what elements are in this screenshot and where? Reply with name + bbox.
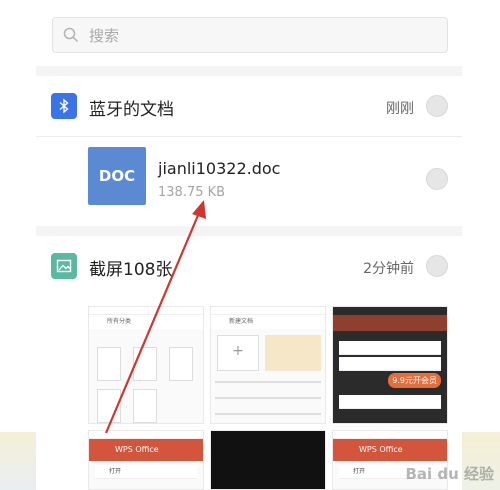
group-title: 蓝牙的文档 bbox=[89, 100, 174, 120]
file-item[interactable]: DOC jianli10322.doc 138.75 KB bbox=[36, 137, 462, 226]
file-name: jianli10322.doc bbox=[158, 159, 281, 178]
bluetooth-docs-group: 蓝牙的文档 刚刚 DOC jianli10322.doc 138.75 KB bbox=[36, 76, 462, 226]
group-header[interactable]: 截屏108张 2分钟前 bbox=[36, 236, 462, 296]
group-header[interactable]: 蓝牙的文档 刚刚 bbox=[36, 76, 462, 136]
doc-file-icon: DOC bbox=[88, 147, 146, 205]
group-time: 刚刚 bbox=[386, 101, 414, 117]
file-size: 138.75 KB bbox=[158, 185, 226, 200]
watermark: Bai du 经验 bbox=[405, 465, 494, 483]
thumb-header: 新建文档 bbox=[211, 315, 325, 329]
left-stripe bbox=[0, 432, 36, 490]
file-select-radio[interactable] bbox=[426, 168, 448, 190]
group-select-radio[interactable] bbox=[426, 95, 448, 117]
left-margin bbox=[0, 0, 36, 490]
search-icon bbox=[63, 27, 79, 43]
screenshot-thumbnail[interactable]: 新建文档 + bbox=[210, 306, 326, 424]
group-time: 2分钟前 bbox=[363, 261, 414, 277]
vip-badge: 9.9元开会员 bbox=[388, 373, 441, 388]
right-margin bbox=[462, 0, 500, 490]
thumb-header: WPS Office bbox=[333, 439, 447, 461]
group-title: 截屏108张 bbox=[89, 260, 173, 280]
screenshot-thumbnail[interactable]: 所有分类 bbox=[88, 306, 204, 424]
screenshot-thumbnail[interactable] bbox=[210, 430, 326, 490]
screenshots-group: 截屏108张 2分钟前 所有分类 新建文档 + 9.9元开会员 WPS Offi… bbox=[36, 236, 462, 490]
group-select-radio[interactable] bbox=[426, 255, 448, 277]
screenshot-thumbnail[interactable]: WPS Office 打开 bbox=[88, 430, 204, 490]
thumb-header: 所有分类 bbox=[89, 315, 203, 329]
bluetooth-icon bbox=[51, 93, 77, 119]
file-list-screen: 搜索 蓝牙的文档 刚刚 DOC jianli10322.doc 138.75 K… bbox=[36, 0, 462, 490]
search-input[interactable]: 搜索 bbox=[52, 17, 448, 53]
image-icon bbox=[51, 253, 77, 279]
screenshot-grid: 所有分类 新建文档 + 9.9元开会员 WPS Office 打开 WPS Of… bbox=[88, 306, 448, 490]
search-placeholder: 搜索 bbox=[89, 26, 120, 45]
screenshot-thumbnail[interactable]: 9.9元开会员 bbox=[332, 306, 448, 424]
thumb-header: WPS Office bbox=[89, 439, 203, 461]
search-area: 搜索 bbox=[36, 0, 462, 66]
